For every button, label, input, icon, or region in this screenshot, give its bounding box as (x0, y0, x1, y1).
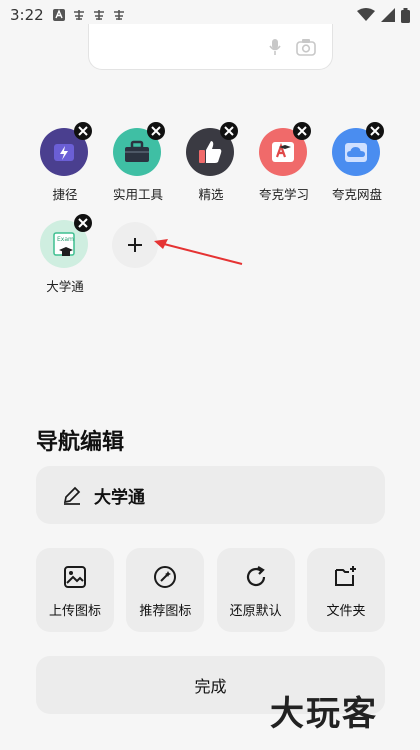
battery-icon (401, 7, 410, 23)
bug-icon (113, 10, 124, 20)
remove-icon[interactable] (147, 122, 165, 140)
svg-text:Exam: Exam (57, 236, 74, 243)
action-label: 还原默认 (229, 604, 282, 619)
remove-icon[interactable] (293, 122, 311, 140)
folder-add-icon (334, 566, 356, 586)
page-title: 导航编辑 (36, 430, 125, 455)
remove-icon[interactable] (220, 122, 238, 140)
remove-icon[interactable] (74, 122, 92, 140)
wifi-icon (357, 8, 375, 21)
search-box[interactable] (88, 24, 333, 70)
name-field[interactable]: 大学通 (36, 466, 385, 524)
bug-icon (93, 10, 104, 20)
app-item-quark-study[interactable]: 夸克学习 (249, 120, 319, 204)
microphone-icon[interactable] (268, 38, 282, 56)
status-time: 3:22 (10, 6, 44, 24)
app-item-quark-drive[interactable]: 夸克网盘 (322, 120, 392, 204)
watermark: 大玩客 (270, 694, 378, 734)
app-notification-icon (52, 9, 65, 21)
plus-icon (128, 238, 142, 252)
image-upload-icon (64, 566, 86, 588)
folder-button[interactable]: 文件夹 (306, 548, 385, 632)
remove-icon[interactable] (366, 122, 384, 140)
name-field-value: 大学通 (94, 487, 145, 508)
action-label: 上传图标 (48, 604, 101, 619)
action-label: 文件夹 (326, 604, 366, 619)
annotation-arrow (154, 239, 243, 265)
restore-default-button[interactable]: 还原默认 (216, 548, 295, 632)
remove-icon[interactable] (74, 214, 92, 232)
recommend-icon-button[interactable]: 推荐图标 (126, 548, 205, 632)
app-item-daxuetong[interactable]: Exam 大学通 (30, 212, 100, 296)
signal-icon (381, 8, 395, 22)
action-row: 上传图标 推荐图标 还原默认 文件夹 (36, 548, 385, 632)
app-label: 精选 (198, 187, 224, 202)
app-item-featured[interactable]: 精选 (176, 120, 246, 204)
app-label: 夸克网盘 (331, 187, 382, 202)
camera-icon[interactable] (296, 38, 316, 56)
app-label: 夸克学习 (258, 187, 309, 202)
refresh-icon (246, 566, 265, 587)
app-item-shortcut[interactable]: 捷径 (30, 120, 100, 204)
magic-wand-icon (154, 566, 177, 588)
upload-icon-button[interactable]: 上传图标 (36, 548, 114, 632)
app-label: 大学通 (46, 279, 84, 294)
app-label: 实用工具 (112, 187, 163, 202)
notification-icons (52, 8, 126, 22)
action-label: 推荐图标 (139, 604, 192, 619)
system-icons (357, 7, 410, 23)
app-item-tools[interactable]: 实用工具 (103, 120, 173, 204)
bug-icon (73, 10, 84, 20)
app-label: 捷径 (52, 187, 78, 202)
pencil-icon (63, 486, 81, 505)
